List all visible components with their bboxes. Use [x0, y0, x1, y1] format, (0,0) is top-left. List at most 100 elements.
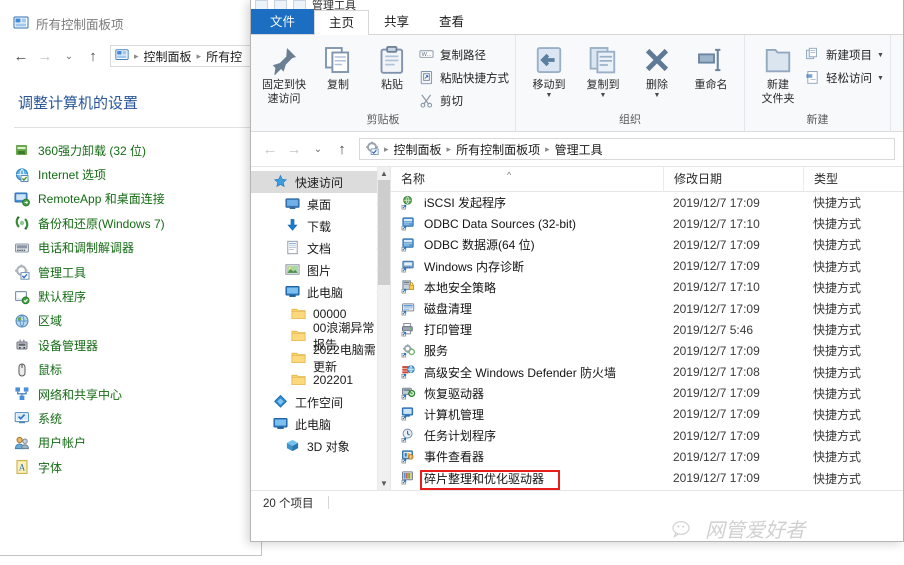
tree-item-快速访问[interactable]: 快速访问 — [251, 171, 390, 193]
back-button[interactable]: ← — [259, 138, 281, 160]
breadcrumb-item-1[interactable]: 所有控 — [204, 48, 244, 65]
recent-locations-button[interactable]: ⌄ — [58, 45, 80, 67]
control-panel-item[interactable]: 设备管理器 — [0, 333, 261, 357]
control-panel-item[interactable]: 默认程序 — [0, 284, 261, 308]
control-panel-item[interactable]: Internet 选项 — [0, 162, 261, 186]
up-button[interactable]: ↑ — [82, 45, 104, 67]
file-name-cell[interactable]: 碎片整理和优化驱动器 — [391, 470, 663, 487]
control-panel-item[interactable]: 备份和还原(Windows 7) — [0, 211, 261, 235]
ribbon-button-pin[interactable]: 固定到快 速访问 — [257, 41, 311, 105]
control-panel-item[interactable]: 系统 — [0, 406, 261, 430]
file-type-cell: 快捷方式 — [813, 217, 862, 232]
control-panel-item[interactable]: 区域 — [0, 309, 261, 333]
address-bar[interactable]: ▸ 控制面板 ▸ 所有控制面板项 ▸ 管理工具 — [359, 138, 895, 160]
file-row[interactable]: 服务 2019/12/7 17:09 快捷方式 — [391, 340, 903, 361]
recent-locations-button[interactable]: ⌄ — [307, 138, 329, 160]
forward-button[interactable]: → — [283, 138, 305, 160]
ribbon-button-move-to[interactable]: 移动到 ▼ — [522, 41, 576, 99]
control-panel-item[interactable]: 用户帐户 — [0, 431, 261, 455]
scroll-down-icon[interactable]: ▼ — [378, 477, 390, 490]
control-panel-item[interactable]: 360强力卸载 (32 位) — [0, 138, 261, 162]
file-name-cell[interactable]: 磁盘清理 — [391, 300, 663, 317]
file-name-cell[interactable]: 任务计划程序 — [391, 427, 663, 444]
file-name-cell[interactable]: 恢复驱动器 — [391, 385, 663, 402]
ribbon-tab-home[interactable]: 主页 — [314, 10, 370, 35]
file-name-cell[interactable]: ODBC 数据源(64 位) — [391, 236, 663, 253]
ribbon-button-paste-shortcut[interactable]: 粘贴快捷方式 — [419, 70, 509, 86]
address-bar[interactable]: ▸ 控制面板 ▸ 所有控 — [110, 45, 253, 67]
file-name-cell[interactable]: 打印管理 — [391, 321, 663, 338]
column-header-type[interactable]: 类型 — [803, 167, 903, 192]
tree-item-此电脑[interactable]: 此电脑 — [251, 413, 390, 435]
breadcrumb-item-0[interactable]: 控制面板 — [392, 141, 444, 158]
ribbon-tab-share[interactable]: 共享 — [369, 9, 424, 34]
ribbon-button-copy-path[interactable]: W... 复制路径 — [419, 47, 509, 63]
file-row[interactable]: 恢复驱动器 2019/12/7 17:09 快捷方式 — [391, 383, 903, 404]
ribbon-button-easy-access[interactable]: 轻松访问 ▼ — [805, 70, 884, 86]
file-name-cell[interactable]: ODBC Data Sources (32-bit) — [391, 216, 663, 232]
file-row[interactable]: ODBC 数据源(64 位) 2019/12/7 17:09 快捷方式 — [391, 234, 903, 255]
ribbon-button-rename[interactable]: 重命名 — [684, 41, 738, 91]
chevron-down-icon[interactable]: ▼ — [877, 52, 884, 59]
tree-item-图片[interactable]: 图片 — [251, 259, 390, 281]
tree-item-工作空间[interactable]: 工作空间 — [251, 391, 390, 413]
tree-item-此电脑[interactable]: 此电脑 — [251, 281, 390, 303]
control-panel-item[interactable]: A 字体 — [0, 455, 261, 479]
ribbon-button-copy-to[interactable]: 复制到 ▼ — [576, 41, 630, 99]
file-row[interactable]: iSCSI 发起程序 2019/12/7 17:09 快捷方式 — [391, 192, 903, 213]
control-panel-item[interactable]: 管理工具 — [0, 260, 261, 284]
column-header-name[interactable]: ^ 名称 — [391, 167, 663, 192]
file-name-cell[interactable]: 事件查看器 — [391, 448, 663, 465]
file-name-cell[interactable]: 本地安全策略 — [391, 279, 663, 296]
up-button[interactable]: ↑ — [331, 138, 353, 160]
breadcrumb-item-0[interactable]: 控制面板 — [142, 48, 194, 65]
file-row[interactable]: 高级安全 Windows Defender 防火墙 2019/12/7 17:08… — [391, 362, 903, 383]
ribbon-button-properties[interactable]: 属性▼ — [897, 41, 903, 99]
ribbon-button-delete[interactable]: 删除 ▼ — [630, 41, 684, 99]
tree-item-文档[interactable]: 文档 — [251, 237, 390, 259]
ribbon-button-new-folder[interactable]: 新建 文件夹 — [751, 41, 805, 105]
file-row[interactable]: 碎片整理和优化驱动器 2019/12/7 17:09 快捷方式 — [391, 467, 903, 488]
file-row[interactable]: 事件查看器 2019/12/7 17:09 快捷方式 — [391, 446, 903, 467]
tree-item-桌面[interactable]: 桌面 — [251, 193, 390, 215]
file-name-cell[interactable]: 高级安全 Windows Defender 防火墙 — [391, 364, 663, 381]
chevron-down-icon[interactable]: ▼ — [654, 92, 661, 99]
control-panel-item[interactable]: RemoteApp 和桌面连接 — [0, 187, 261, 211]
scroll-up-icon[interactable]: ▲ — [378, 167, 390, 180]
file-row[interactable]: Windows 内存诊断 2019/12/7 17:09 快捷方式 — [391, 256, 903, 277]
control-panel-item[interactable]: 网络和共享中心 — [0, 382, 261, 406]
file-name-cell[interactable]: iSCSI 发起程序 — [391, 194, 663, 211]
ribbon-button-new-item[interactable]: 新建项目 ▼ — [805, 47, 884, 63]
tree-item-2022电脑需更新[interactable]: 2022电脑需更新 — [251, 343, 390, 374]
scrollbar-thumb[interactable] — [378, 180, 390, 285]
chevron-down-icon[interactable]: ▼ — [546, 92, 553, 99]
control-panel-item[interactable]: 电话和调制解调器 — [0, 236, 261, 260]
file-row[interactable]: ODBC Data Sources (32-bit) 2019/12/7 17:1… — [391, 213, 903, 234]
ribbon-button-paste[interactable]: 粘贴 — [365, 41, 419, 91]
chevron-down-icon[interactable]: ▼ — [877, 75, 884, 82]
file-name-cell[interactable]: 服务 — [391, 342, 663, 359]
ribbon-tab-file[interactable]: 文件 — [251, 9, 315, 34]
file-row[interactable]: 计算机管理 2019/12/7 17:09 快捷方式 — [391, 404, 903, 425]
ribbon-button-copy[interactable]: 复制 — [311, 41, 365, 91]
file-row[interactable]: 本地安全策略 2019/12/7 17:10 快捷方式 — [391, 277, 903, 298]
explorer-navbar: ← → ⌄ ↑ ▸ 控制面板 ▸ 所有控制面板项 ▸ 管理工具 — [251, 132, 903, 166]
navigation-scrollbar[interactable]: ▲ ▼ — [377, 167, 390, 490]
file-name-cell[interactable]: 计算机管理 — [391, 406, 663, 423]
file-name-cell[interactable]: Windows 内存诊断 — [391, 258, 663, 275]
tree-item-下载[interactable]: 下载 — [251, 215, 390, 237]
file-row[interactable]: 打印管理 2019/12/7 5:46 快捷方式 — [391, 319, 903, 340]
tree-item-3D 对象[interactable]: 3D 对象 — [251, 435, 390, 457]
breadcrumb-item-2[interactable]: 管理工具 — [553, 141, 605, 158]
file-row[interactable]: 任务计划程序 2019/12/7 17:09 快捷方式 — [391, 425, 903, 446]
breadcrumb-item-1[interactable]: 所有控制面板项 — [454, 141, 542, 158]
ribbon-tab-view[interactable]: 查看 — [424, 9, 479, 34]
ribbon-button-cut[interactable]: 剪切 — [419, 93, 509, 109]
control-panel-item[interactable]: 鼠标 — [0, 358, 261, 382]
file-date-cell: 2019/12/7 17:09 — [673, 386, 760, 401]
chevron-down-icon[interactable]: ▼ — [600, 92, 607, 99]
back-button[interactable]: ← — [10, 45, 32, 67]
file-row[interactable]: 磁盘清理 2019/12/7 17:09 快捷方式 — [391, 298, 903, 319]
forward-button[interactable]: → — [34, 45, 56, 67]
column-header-date[interactable]: 修改日期 — [663, 167, 803, 192]
